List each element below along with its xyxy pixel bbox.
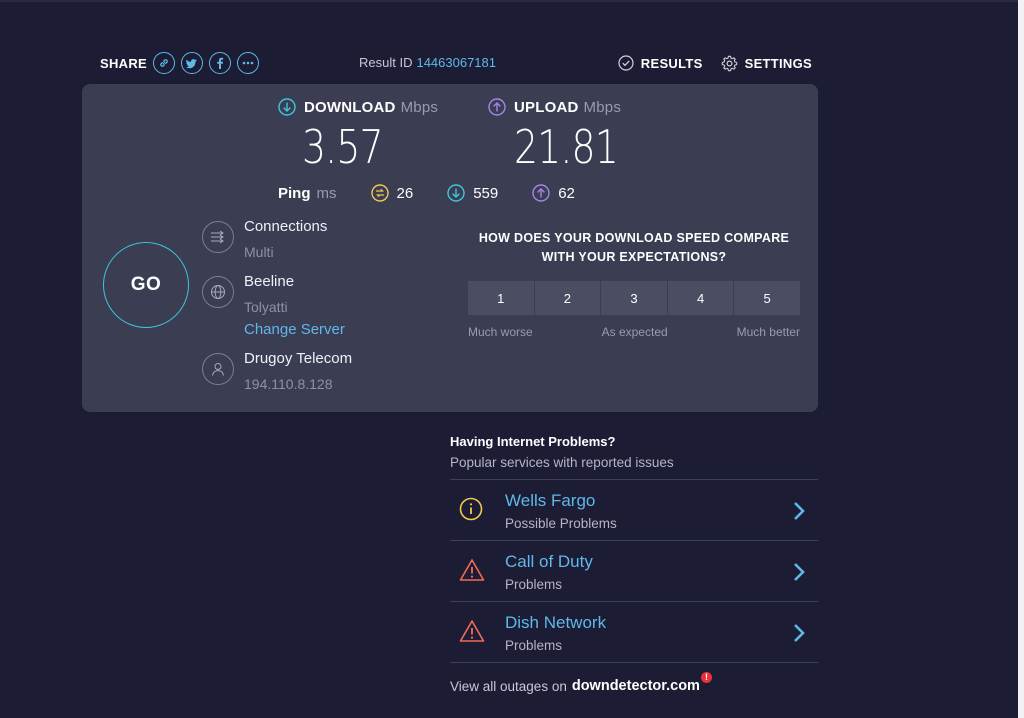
more-icon[interactable] — [237, 52, 260, 74]
check-circle-icon — [618, 55, 634, 71]
result-id-label: Result ID — [359, 55, 413, 70]
outages-prefix: View all outages on — [450, 678, 567, 694]
connections-icon — [202, 221, 234, 253]
downdetector-link[interactable]: downdetector.com ! — [571, 672, 712, 694]
downdetector-label: downdetector.com — [571, 678, 700, 694]
ping-download-value: 559 — [473, 184, 499, 202]
window-edge — [1018, 0, 1024, 718]
link-icon[interactable] — [153, 52, 176, 74]
rating-labels: Much worse As expected Much better — [468, 325, 800, 339]
download-arrow-icon — [278, 98, 296, 116]
problem-name: Wells Fargo — [505, 491, 596, 510]
internet-problems: Having Internet Problems? Popular servic… — [450, 434, 818, 694]
ping-row: Ping ms 26 559 62 — [278, 184, 609, 202]
ping-upload[interactable]: 62 — [532, 184, 575, 202]
survey-question-line1: HOW DOES YOUR DOWNLOAD SPEED COMPARE — [478, 231, 790, 245]
problem-name: Dish Network — [505, 613, 607, 632]
header-actions: RESULTS SETTINGS — [600, 50, 812, 76]
connections-info[interactable]: Connections Multi — [202, 218, 327, 261]
chevron-right-icon — [794, 563, 805, 581]
upload-header: UPLOAD Mbps — [488, 98, 641, 116]
ping-upload-value: 62 — [558, 184, 575, 202]
survey-question-line2: WITH YOUR EXPECTATIONS? — [541, 250, 727, 264]
problem-status: Problems — [505, 638, 563, 653]
rating-option-4[interactable]: 4 — [667, 281, 734, 315]
alert-badge: ! — [700, 672, 712, 683]
user-icon — [202, 353, 234, 385]
ping-label: Ping — [278, 184, 311, 202]
results-label: RESULTS — [640, 55, 703, 71]
download-metric: DOWNLOAD Mbps 3.57 — [278, 98, 438, 174]
ping-idle-value: 26 — [396, 184, 414, 202]
outages-footer: View all outages on downdetector.com ! — [450, 672, 818, 694]
globe-icon — [202, 276, 234, 308]
settings-label: SETTINGS — [744, 55, 812, 71]
rating-label-low: Much worse — [468, 325, 533, 339]
result-id: Result ID 14463067181 — [359, 55, 496, 70]
ping-idle[interactable]: 26 — [370, 184, 414, 202]
twitter-icon[interactable] — [181, 52, 204, 74]
upload-arrow-icon — [488, 98, 506, 116]
connections-title: Connections — [244, 218, 328, 235]
problem-status: Problems — [505, 577, 563, 592]
results-button[interactable]: RESULTS — [618, 55, 703, 71]
download-latency-icon — [447, 184, 465, 202]
problem-list: Wells Fargo Possible Problems Call of Du… — [450, 479, 818, 663]
result-header: SHARE Result ID 14463067181 RESULTS SETTI… — [100, 50, 812, 76]
chevron-right-icon — [794, 624, 805, 642]
rating-option-2[interactable]: 2 — [534, 281, 601, 315]
rating-scale: 1 2 3 4 5 — [468, 281, 800, 315]
problem-item-call-of-duty[interactable]: Call of Duty Problems — [450, 541, 818, 602]
speed-survey: HOW DOES YOUR DOWNLOAD SPEED COMPARE WIT… — [468, 229, 800, 339]
settings-button[interactable]: SETTINGS — [721, 55, 812, 72]
top-border — [0, 0, 1018, 2]
problems-subtitle: Popular services with reported issues — [450, 455, 674, 470]
problem-item-dish-network[interactable]: Dish Network Problems — [450, 602, 818, 663]
gear-icon — [721, 55, 737, 71]
warning-icon — [459, 559, 485, 581]
rating-option-3[interactable]: 3 — [601, 281, 667, 315]
idle-latency-icon — [370, 184, 389, 202]
download-value: 3.57 — [302, 120, 384, 174]
rating-label-mid: As expected — [601, 325, 668, 339]
problem-status: Possible Problems — [505, 516, 617, 531]
server-location: Tolyatti — [244, 299, 288, 315]
info-icon — [459, 497, 483, 521]
upload-value: 21.81 — [514, 120, 619, 174]
result-panel: DOWNLOAD Mbps 3.57 UPLOAD Mbps 21.81 Pin… — [82, 84, 818, 412]
result-id-value[interactable]: 14463067181 — [416, 55, 496, 70]
rating-option-5[interactable]: 5 — [734, 281, 800, 315]
provider-name: Drugoy Telecom — [244, 350, 353, 367]
problems-title: Having Internet Problems? — [450, 434, 616, 449]
server-info: Beeline Tolyatti Change Server — [202, 273, 345, 339]
chevron-right-icon — [794, 502, 805, 520]
ping-unit: ms — [316, 184, 337, 202]
warning-icon — [459, 620, 485, 642]
facebook-icon[interactable] — [209, 52, 232, 74]
rating-option-1[interactable]: 1 — [468, 281, 534, 315]
download-header: DOWNLOAD Mbps — [278, 98, 438, 116]
download-label: DOWNLOAD — [304, 98, 396, 116]
connections-value: Multi — [244, 244, 274, 260]
go-button[interactable]: GO — [103, 242, 189, 328]
upload-label: UPLOAD — [514, 98, 579, 116]
provider-info: Drugoy Telecom 194.110.8.128 — [202, 350, 352, 393]
upload-unit: Mbps — [583, 98, 622, 116]
survey-question: HOW DOES YOUR DOWNLOAD SPEED COMPARE WIT… — [468, 229, 800, 267]
ping-download[interactable]: 559 — [447, 184, 498, 202]
problem-item-wells-fargo[interactable]: Wells Fargo Possible Problems — [450, 480, 818, 541]
problem-name: Call of Duty — [505, 552, 593, 571]
provider-ip: 194.110.8.128 — [244, 376, 333, 392]
upload-metric: UPLOAD Mbps 21.81 — [488, 98, 641, 174]
share-group: SHARE — [100, 50, 265, 76]
rating-label-high: Much better — [736, 325, 800, 339]
download-unit: Mbps — [400, 98, 439, 116]
change-server-link[interactable]: Change Server — [244, 321, 345, 339]
server-name: Beeline — [244, 273, 295, 290]
share-label: SHARE — [100, 55, 148, 71]
upload-latency-icon — [532, 184, 550, 202]
